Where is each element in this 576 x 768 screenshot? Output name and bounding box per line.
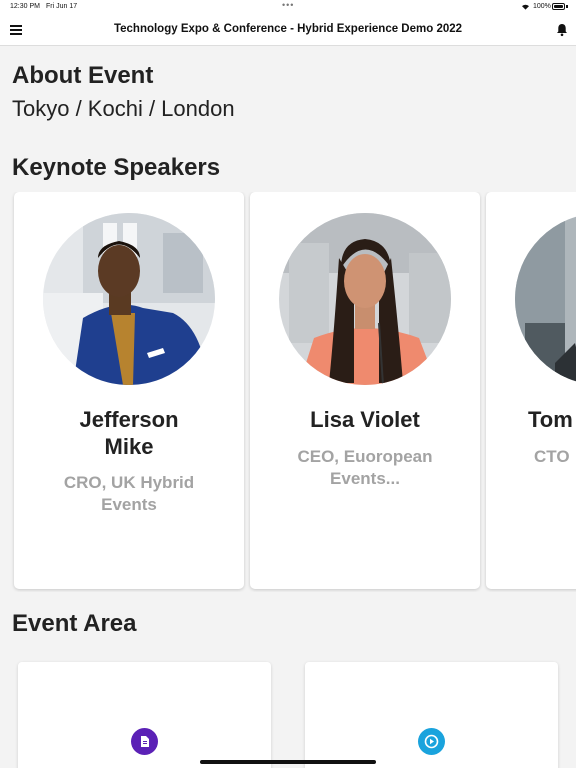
speaker-role: CRO, UK Hybrid Events [63, 473, 195, 514]
speaker-name: Tom [528, 407, 573, 432]
speaker-role: CTO [534, 447, 570, 466]
about-event-heading: About Event [12, 62, 154, 89]
event-area-heading: Event Area [12, 610, 137, 637]
speaker-name: Lisa Violet [310, 407, 420, 432]
battery-icon [552, 3, 565, 10]
home-indicator[interactable] [200, 760, 376, 764]
speaker-card-tom[interactable]: Tom CTO [486, 192, 576, 589]
speaker-role: CEO, Euoropean Events... [297, 447, 433, 488]
speaker-card-lisa-violet[interactable]: Lisa Violet CEO, Euoropean Events... [250, 192, 480, 589]
app-bar: Technology Expo & Conference - Hybrid Ex… [0, 14, 576, 46]
wifi-icon [522, 4, 529, 10]
bell-icon[interactable] [556, 23, 568, 37]
speaker-photo [279, 213, 451, 385]
hamburger-menu-icon[interactable] [10, 25, 22, 35]
speaker-name: Jefferson Mike [79, 407, 179, 459]
event-locations: Tokyo / Kochi / London [12, 96, 235, 121]
keynote-speakers-heading: Keynote Speakers [12, 154, 221, 181]
status-time: 12:30 PM [10, 3, 40, 10]
event-area-card-documents[interactable] [18, 662, 271, 768]
battery-tip [566, 5, 568, 8]
play-icon [418, 728, 445, 755]
speakers-carousel[interactable]: Jefferson Mike CRO, UK Hybrid Events Lis… [0, 192, 576, 592]
speaker-card-jefferson-mike[interactable]: Jefferson Mike CRO, UK Hybrid Events [14, 192, 244, 589]
multitasking-dots-icon[interactable]: ••• [282, 0, 294, 10]
app-title: Technology Expo & Conference - Hybrid Ex… [113, 23, 463, 35]
speaker-portrait-image [43, 213, 215, 385]
battery-percentage: 100% [533, 3, 551, 10]
speaker-portrait-image [279, 213, 451, 385]
document-icon [131, 728, 158, 755]
status-date: Fri Jun 17 [46, 3, 78, 10]
speaker-photo [43, 213, 215, 385]
status-bar: 12:30 PM Fri Jun 17 ••• 100% [0, 0, 576, 14]
speaker-photo [515, 213, 576, 385]
speaker-portrait-image [515, 213, 576, 385]
event-area-card-video[interactable] [305, 662, 558, 768]
